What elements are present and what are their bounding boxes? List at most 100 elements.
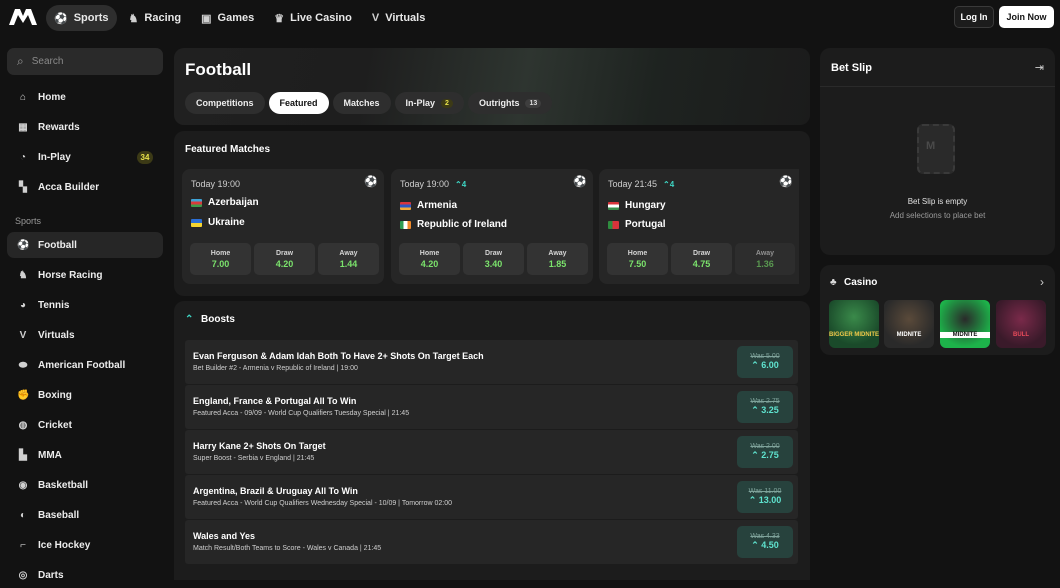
boost-price-button[interactable]: Was 4.33 ⌃ 4.50 <box>737 526 793 558</box>
featured-matches: Featured Matches Today 19:00 ⚽ Azerbaija… <box>174 131 810 296</box>
odds-draw-button[interactable]: Draw 3.40 <box>463 243 524 275</box>
sidebar-item-mma[interactable]: ▙ MMA <box>7 442 163 468</box>
boost-icon: ⌃ <box>751 405 762 415</box>
football-icon: ⚽ <box>779 176 793 188</box>
boosted-price: 2.75 <box>761 450 779 460</box>
ireland-flag-icon <box>400 220 411 229</box>
sidebar-item-american-football[interactable]: ⬬ American Football <box>7 352 163 378</box>
boost-subtitle: Match Result/Both Teams to Score - Wales… <box>193 545 382 552</box>
sidebar-item-tennis[interactable]: ◕ Tennis <box>7 292 163 318</box>
boosted-price: 13.00 <box>758 495 782 505</box>
casino-game-tile[interactable]: BULL <box>996 300 1046 348</box>
login-button[interactable]: Log In <box>954 6 994 28</box>
boost-title: Wales and Yes <box>193 531 256 541</box>
was-price: Was 11.00 <box>748 488 782 495</box>
chevron-right-icon[interactable]: › <box>1040 275 1044 289</box>
sidebar-item-virtuals[interactable]: V Virtuals <box>7 322 163 348</box>
match-card[interactable]: Today 21:45 ⌃4 ⚽ Hungary Portugal Home 7.5… <box>599 169 799 284</box>
odds-home-button[interactable]: Home 7.50 <box>607 243 668 275</box>
empty-message: Bet Slip is empty <box>907 197 968 206</box>
boost-row[interactable]: Evan Ferguson & Adam Idah Both To Have 2… <box>185 340 798 384</box>
was-price: Was 4.33 <box>750 533 780 540</box>
sidebar-item-horse-racing[interactable]: ♞ Horse Racing <box>7 262 163 288</box>
sidebar-item-football[interactable]: ⚽ Football <box>7 232 163 258</box>
sidebar-item-darts[interactable]: ◎ Darts <box>7 562 163 588</box>
sidebar-item-boxing[interactable]: ✊ Boxing <box>7 382 163 408</box>
azerbaijan-flag-icon <box>191 198 202 207</box>
mma-icon: ▙ <box>19 449 27 461</box>
nav-live-casino[interactable]: ♛ Live Casino <box>266 5 360 31</box>
tab-competitions[interactable]: Competitions <box>185 92 265 114</box>
live-markets-badge: ⌃4 <box>663 179 675 189</box>
boost-row[interactable]: England, France & Portugal All To Win Fe… <box>185 385 798 429</box>
virtuals-icon: V <box>19 329 27 341</box>
sidebar-item-baseball[interactable]: ◐ Baseball <box>7 502 163 528</box>
casino-game-tile[interactable]: MIDNITE <box>884 300 934 348</box>
nav-sports[interactable]: ⚽ Sports <box>46 5 117 31</box>
boost-price-button[interactable]: Was 5.00 ⌃ 6.00 <box>737 346 793 378</box>
odds-away-button[interactable]: Away 1.36 <box>735 243 795 275</box>
casino-game-tile[interactable]: BIGGER MIDNITE <box>829 300 879 348</box>
collapse-panel-icon[interactable]: ⇥ <box>1035 61 1044 74</box>
boosted-price: 4.50 <box>761 540 779 550</box>
tab-in-play[interactable]: In-Play 2 <box>394 92 464 114</box>
trophy-icon: ♛ <box>274 12 285 25</box>
sport-tabs: Competitions Featured Matches In-Play 2 O… <box>185 92 553 114</box>
horse-icon: ♞ <box>128 12 139 25</box>
odds-draw-button[interactable]: Draw 4.20 <box>254 243 315 275</box>
tab-count-badge: 13 <box>525 98 542 108</box>
nav-virtuals[interactable]: V Virtuals <box>364 5 434 31</box>
search-input[interactable]: ⌕ Search <box>7 48 163 75</box>
boosted-price: 6.00 <box>761 360 779 370</box>
home-team: Azerbaijan <box>191 197 259 208</box>
was-price: Was 2.75 <box>750 398 780 405</box>
casino-game-tile[interactable]: MIDNITE <box>940 300 990 348</box>
section-title: Boosts <box>201 314 235 325</box>
odds-away-button[interactable]: Away 1.85 <box>527 243 588 275</box>
boost-price-button[interactable]: Was 2.75 ⌃ 3.25 <box>737 391 793 423</box>
sidebar-item-home[interactable]: ⌂ Home <box>7 84 163 110</box>
ukraine-flag-icon <box>191 218 202 227</box>
sidebar-item-acca-builder[interactable]: ▚ Acca Builder <box>7 174 163 200</box>
tab-matches[interactable]: Matches <box>332 92 391 114</box>
boxing-glove-icon: ✊ <box>17 389 30 401</box>
sports-heading: Sports <box>15 216 42 226</box>
nav-games[interactable]: ▣ Games <box>193 5 262 31</box>
live-icon: ◔ <box>19 151 27 163</box>
empty-hint: Add selections to place bet <box>889 211 986 220</box>
tab-outrights[interactable]: Outrights 13 <box>467 92 553 114</box>
match-card[interactable]: Today 19:00 ⚽ Azerbaijan Ukraine Home 7.0… <box>182 169 384 284</box>
football-icon: ⚽ <box>573 176 587 188</box>
darts-icon: ◎ <box>18 569 28 581</box>
boost-price-button[interactable]: Was 2.00 ⌃ 2.75 <box>737 436 793 468</box>
home-team: Armenia <box>400 200 457 211</box>
page-title: Football <box>185 60 252 79</box>
sidebar-item-cricket[interactable]: ◍ Cricket <box>7 412 163 438</box>
tennis-icon: ◕ <box>19 299 27 311</box>
boost-row[interactable]: Harry Kane 2+ Shots On Target Super Boos… <box>185 430 798 474</box>
section-title[interactable]: Casino <box>844 277 877 288</box>
odds-draw-button[interactable]: Draw 4.75 <box>671 243 732 275</box>
odds-away-button[interactable]: Away 1.44 <box>318 243 379 275</box>
sidebar-item-rewards[interactable]: ▦ Rewards <box>7 114 163 140</box>
join-now-button[interactable]: Join Now <box>999 6 1054 28</box>
odds-home-button[interactable]: Home 4.20 <box>399 243 460 275</box>
match-time: Today 19:00 <box>191 179 241 189</box>
boost-row[interactable]: Argentina, Brazil & Uruguay All To Win F… <box>185 475 798 519</box>
boost-price-button[interactable]: Was 11.00 ⌃ 13.00 <box>737 481 793 513</box>
sidebar-item-ice-hockey[interactable]: ⌐ Ice Hockey <box>7 532 163 558</box>
top-nav: ⚽ Sports ♞ Racing ▣ Games ♛ Live Casino V Vir… <box>46 5 433 31</box>
tab-featured[interactable]: Featured <box>268 92 329 114</box>
casino-icon: ♣ <box>830 277 837 288</box>
match-card[interactable]: Today 19:00 ⌃4 ⚽ Armenia Republic of Irel… <box>391 169 593 284</box>
odds-home-button[interactable]: Home 7.00 <box>190 243 251 275</box>
boost-subtitle: Featured Acca - 09/09 - World Cup Qualif… <box>193 410 410 417</box>
nav-racing[interactable]: ♞ Racing <box>121 5 190 31</box>
boost-subtitle: Bet Builder #2 - Armenia v Republic of I… <box>193 365 358 372</box>
was-price: Was 5.00 <box>750 353 780 360</box>
sidebar-item-basketball[interactable]: ◉ Basketball <box>7 472 163 498</box>
in-play-count-badge: 34 <box>137 151 153 164</box>
boost-row[interactable]: Wales and Yes Match Result/Both Teams to… <box>185 520 798 564</box>
midnite-logo[interactable] <box>8 8 38 26</box>
sidebar-item-in-play[interactable]: ◔ In-Play 34 <box>7 144 163 170</box>
